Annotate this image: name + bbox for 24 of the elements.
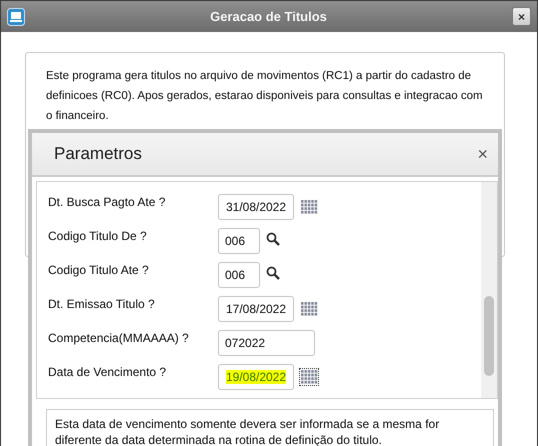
search-icon[interactable]	[266, 232, 280, 246]
field-label: Dt. Busca Pagto Ate ?	[48, 194, 166, 211]
calendar-icon[interactable]	[300, 199, 318, 215]
close-button[interactable]: ×	[512, 7, 531, 26]
input-field[interactable]: 006	[218, 262, 260, 288]
input-field[interactable]: 006	[218, 228, 260, 254]
scrollbar[interactable]	[481, 182, 497, 398]
input-field[interactable]: 19/08/2022	[218, 364, 294, 390]
field-label: Competencia(MMAAAA) ?	[48, 330, 190, 347]
monitor-icon	[7, 8, 25, 26]
field-label: Data de Vencimento ?	[48, 364, 168, 381]
close-button[interactable]: ×	[477, 144, 488, 164]
calendar-icon[interactable]	[300, 301, 318, 317]
search-icon[interactable]	[266, 266, 280, 280]
description-text: Este programa gera titulos no arquivo de movimentos (RC1) a partir do cadastro de definicoes (RC0). Apos gerados, estarao disponiveis para consultas e integracao com o financeiro.	[46, 69, 484, 124]
window-title: Geracao de Titulos	[209, 9, 328, 24]
field-label: Codigo Titulo De ?	[48, 228, 148, 245]
input-field[interactable]: 072022	[218, 330, 315, 356]
field-label: Codigo Titulo Ate ?	[48, 262, 150, 279]
field-label: Dt. Emissao Titulo ?	[48, 296, 156, 313]
calendar-icon[interactable]	[300, 369, 318, 385]
input-field[interactable]: 17/08/2022	[218, 296, 294, 322]
dialog-title: Parametros	[54, 144, 142, 164]
input-field[interactable]: 31/08/2022	[218, 194, 294, 220]
